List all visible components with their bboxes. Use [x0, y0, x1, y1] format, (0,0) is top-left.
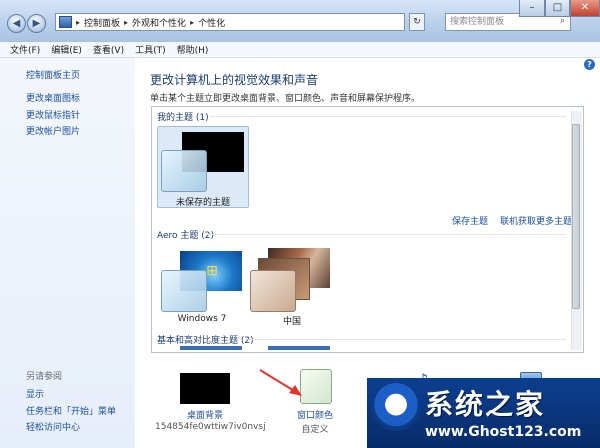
page-title: 更改计算机上的视觉效果和声音 [150, 73, 319, 87]
save-theme-link[interactable]: 保存主题 [452, 214, 488, 227]
breadcrumb-separator-icon: ▸ [190, 17, 195, 27]
window-glass-icon [161, 270, 207, 312]
maximize-icon: □ [552, 2, 563, 13]
menu-help[interactable]: 帮助(H) [177, 43, 209, 56]
group-divider [210, 116, 566, 117]
theme-windows7-label: Windows 7 [177, 314, 227, 324]
breadcrumb-item[interactable]: 控制面板 [84, 16, 120, 29]
search-icon: ⌕ [560, 16, 566, 26]
link-control-panel-home[interactable]: 控制面板主页 [26, 68, 80, 81]
arrow-left-icon: ◀ [12, 18, 21, 29]
group-divider [245, 339, 566, 340]
desktop-background-link[interactable]: 桌面背景 [165, 408, 245, 421]
window-color-link[interactable]: 窗口颜色 [285, 408, 345, 421]
forward-button[interactable]: ▶ [27, 14, 46, 33]
close-button[interactable]: ✕ [570, 0, 600, 17]
menu-bar: 文件(F) 编辑(E) 查看(V) 工具(T) 帮助(H) [0, 42, 600, 58]
menu-edit[interactable]: 编辑(E) [51, 43, 82, 56]
link-change-desktop-icons[interactable]: 更改桌面图标 [26, 91, 80, 104]
control-panel-icon [59, 16, 72, 28]
link-change-account-picture[interactable]: 更改帐户图片 [26, 124, 80, 137]
get-more-themes-link[interactable]: 联机获取更多主题 [500, 214, 572, 227]
group-basic-themes: 基本和高对比度主题 (2) [157, 336, 254, 346]
minimize-button[interactable]: – [519, 0, 545, 17]
link-display[interactable]: 显示 [26, 387, 44, 400]
group-my-themes: 我的主题 (1) [157, 113, 209, 123]
link-taskbar-start-menu[interactable]: 任务栏和「开始」菜单 [26, 404, 116, 417]
help-icon[interactable]: ? [584, 59, 595, 70]
window-glass-icon [161, 150, 207, 192]
menu-tools[interactable]: 工具(T) [135, 43, 166, 56]
menu-file[interactable]: 文件(F) [10, 43, 40, 56]
link-ease-of-access[interactable]: 轻松访问中心 [26, 420, 80, 433]
window-color-value: 自定义 [301, 425, 329, 435]
page-subtitle: 单击某个主题立即更改桌面背景、窗口颜色、声音和屏幕保护程序。 [150, 94, 421, 104]
desktop-background-value: 154854fe0wttiw7iv0nvsj [155, 422, 266, 432]
refresh-icon: ↻ [413, 17, 421, 27]
watermark-logo [372, 383, 420, 431]
desktop-background-icon[interactable] [180, 373, 230, 404]
minimize-icon: – [529, 2, 535, 13]
breadcrumb-item[interactable]: 个性化 [198, 16, 225, 29]
watermark-url: www.Ghost123.com [425, 424, 582, 440]
watermark-brand: 系统之家 [425, 388, 546, 421]
scrollbar-thumb[interactable] [572, 124, 580, 309]
window-glass-icon [250, 270, 296, 312]
breadcrumb-separator-icon: ▸ [124, 17, 129, 27]
breadcrumb-item[interactable]: 外观和个性化 [132, 16, 186, 29]
theme-china-label: 中国 [282, 317, 301, 327]
back-button[interactable]: ◀ [7, 14, 26, 33]
basic-theme-preview[interactable] [268, 346, 330, 350]
link-change-mouse-pointer[interactable]: 更改鼠标指针 [26, 108, 80, 121]
theme-unsaved-label: 未保存的主题 [175, 198, 230, 208]
group-aero-themes: Aero 主题 (2) [157, 231, 215, 241]
group-divider [208, 234, 566, 235]
refresh-button[interactable]: ↻ [409, 13, 425, 31]
basic-theme-preview[interactable] [180, 346, 242, 350]
close-icon: ✕ [580, 2, 590, 13]
address-bar[interactable]: ▸ 控制面板 ▸ 外观和个性化 ▸ 个性化 [55, 13, 405, 31]
arrow-right-icon: ▶ [32, 18, 41, 29]
maximize-button[interactable]: □ [545, 0, 570, 17]
red-arrow-annotation [259, 369, 302, 396]
see-also-title: 另请参阅 [26, 372, 63, 382]
menu-view[interactable]: 查看(V) [93, 43, 124, 56]
breadcrumb-separator-icon: ▸ [76, 17, 81, 27]
